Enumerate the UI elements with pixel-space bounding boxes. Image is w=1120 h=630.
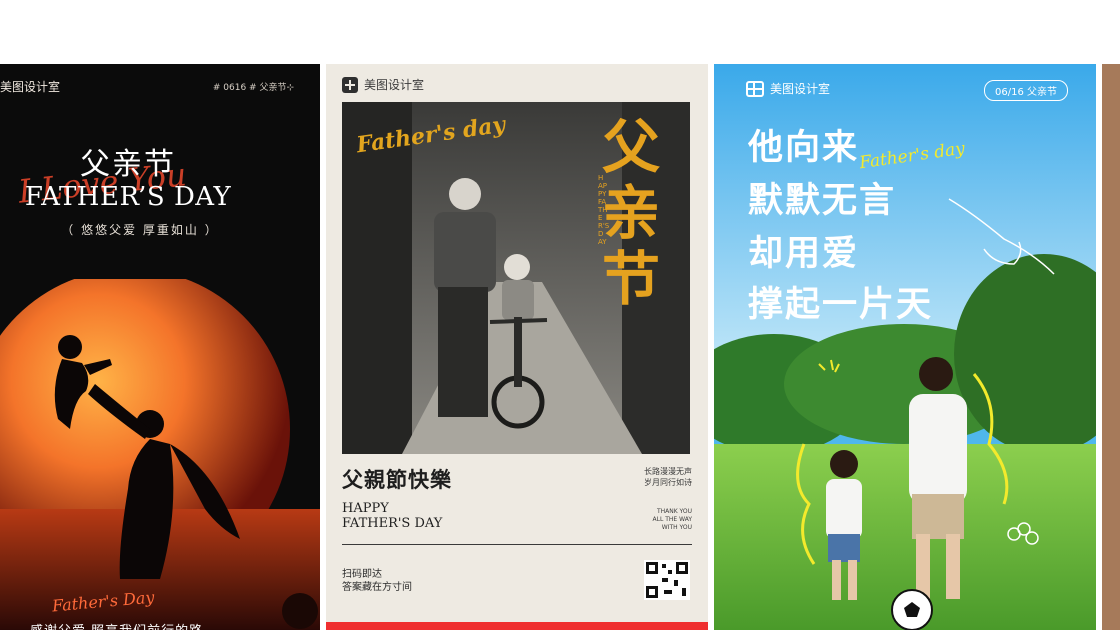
thank-you-line: THANK YOU [656, 508, 692, 515]
sunset-silhouette-image [0, 279, 320, 630]
headline-line: 他向来 [748, 128, 860, 168]
title-en: FATHER’S DAY [24, 182, 232, 212]
template-card-2[interactable]: 美图设计室 Father's day 父亲节 HAPPY FATHER'S DA… [326, 64, 708, 630]
brand-label: 美图设计室 [364, 78, 425, 92]
template-card-1[interactable]: 美图设计室 # 0616 # 父亲节⊹ I Love You 父亲节 FATHE… [0, 64, 320, 630]
template-card-3[interactable]: 美图设计室 06/16 父亲节 他向来 默默无言 却用爱 撑起一片天 Fathe… [714, 64, 1096, 630]
heading-en-line: FATHER'S DAY [342, 516, 443, 531]
bottom-caption: 感谢父爱 照亮我们前行的路 [30, 620, 203, 630]
date-tag: # 0616 # 父亲节⊹ [212, 83, 294, 93]
top-bar [0, 0, 1120, 64]
thank-you-line: WITH YOU [661, 524, 692, 531]
heading-en: HAPPY FATHER'S DAY [342, 501, 442, 531]
divider [342, 544, 692, 545]
scan-line: 答案藏在方寸间 [342, 582, 412, 593]
brand-label: 美图设计室 [770, 82, 831, 96]
right-text-line: 岁月同行如诗 [644, 478, 692, 487]
right-text: 长路漫漫无声 岁月同行如诗 [612, 466, 692, 488]
headline-line: 撑起一片天 [748, 285, 934, 325]
brand: 美图设计室 [746, 80, 830, 97]
headline-line: 默默无言 [748, 181, 897, 221]
big-title: 父亲节 [601, 113, 660, 313]
template-card-4-partial[interactable] [1102, 64, 1120, 630]
thank-you-line: ALL THE WAY [652, 516, 692, 523]
title-cn: 父亲节 [80, 147, 176, 182]
heading-cn: 父親節快樂 [342, 467, 452, 492]
brand: 美图设计室 [342, 76, 424, 93]
subtitle: （ 悠悠父爱 厚重如山 ） [61, 223, 219, 237]
thank-you-text: THANK YOU ALL THE WAY WITH YOU [602, 508, 692, 532]
qr-code-icon [644, 560, 690, 600]
heading-en-line: HAPPY [342, 501, 389, 516]
date-tag: 06/16 父亲节 [984, 80, 1068, 101]
brand-label: 美图设计室 [0, 80, 61, 94]
headline-line: 却用爱 [748, 234, 860, 274]
brand-logo-icon [746, 80, 764, 97]
red-bar [326, 622, 708, 630]
scan-text: 扫码即达 答案藏在方寸间 [342, 568, 412, 594]
scan-line: 扫码即达 [342, 569, 382, 580]
right-text-line: 长路漫漫无声 [644, 467, 692, 476]
brand-logo-icon [342, 76, 358, 93]
vertical-caption: HAPPY FATHER'S DAY [598, 174, 610, 246]
